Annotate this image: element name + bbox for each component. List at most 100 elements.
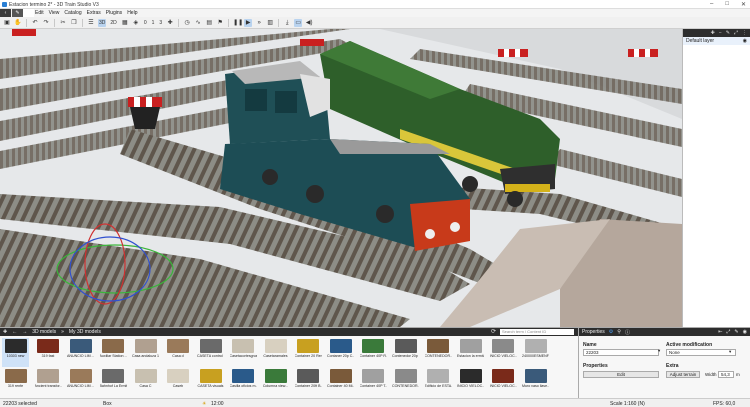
panel-back-icon[interactable]: ⇤ [718,329,722,335]
model-tile[interactable]: Estacion la ermita [457,338,484,367]
panel-expand-icon[interactable]: ⤢ [726,329,730,335]
grid-icon[interactable]: ▦ [121,19,129,27]
panel-eye-icon[interactable]: ◉ [743,329,747,335]
model-tile[interactable]: Auxiliar Station ... [100,338,127,367]
download-icon[interactable]: ⤓ [283,19,291,27]
model-tile[interactable]: 240000ESMENF... [522,338,549,367]
signal-icon[interactable]: ⚑ [216,19,224,27]
pause-icon[interactable]: ❚❚ [233,19,243,27]
adjust-terrain-button[interactable]: Adjust terrain [666,371,700,378]
menu-catalog[interactable]: Catalog [64,10,81,16]
cut-icon[interactable]: ✂ [59,19,67,27]
library-search-input[interactable]: Search term / Content ID [500,329,574,335]
model-tile[interactable]: CONTENEDOR... [425,338,452,367]
toolbar-num-1[interactable]: 1 [151,19,156,27]
model-tile[interactable]: Muro vaso llave... [522,368,549,397]
model-tile[interactable]: CASETA control ... [197,338,224,367]
clock-icon[interactable]: ◷ [183,19,191,27]
minimize-button[interactable]: – [710,1,713,8]
back-arrow-icon[interactable]: ‹ [0,9,11,17]
info-icon[interactable]: ⓘ [625,329,630,336]
list-icon[interactable]: ☰ [87,19,95,27]
layer-options-icon[interactable]: ⋮ [742,30,747,36]
forward-icon[interactable]: → [22,329,27,335]
layer-row[interactable]: Default layer ◉ [683,37,750,45]
3d-viewport[interactable] [0,29,682,327]
model-tile[interactable]: Casetacortesgrueso [230,338,257,367]
model-tile[interactable]: Casa andaluza 1 [132,338,159,367]
calendar-icon[interactable]: ▤ [205,19,213,27]
train-icon[interactable]: ▥ [266,19,274,27]
model-tile[interactable]: ANUNCIO LIM ... [67,368,94,397]
sound-icon[interactable]: ◀) [305,19,313,27]
menu-help[interactable]: Help [127,10,137,16]
breadcrumb-current[interactable]: My 3D models [69,329,101,335]
view-3d-button[interactable]: 3D [98,18,107,27]
model-tile[interactable]: Contenedor 20p ... [392,338,419,367]
model-tile[interactable]: Edificio de ESTA... [425,368,452,397]
model-tile[interactable]: CONTENEDOR... [392,368,419,397]
hand-icon[interactable]: ✋ [14,19,22,27]
model-tile[interactable]: Container 20 Renfe [295,338,322,367]
select-arrow-icon[interactable]: ▾ [729,349,731,355]
model-tile[interactable]: INICIO VIELOC... [490,368,517,397]
model-tile[interactable]: Ancient transfor... [35,368,62,397]
model-tile[interactable]: Casa d [165,338,192,367]
menu-extras[interactable]: Extras [87,10,101,16]
model-tile[interactable]: ANUNCIO LIM ... [67,338,94,367]
add-model-icon[interactable]: ✚ [3,329,7,335]
remove-layer-icon[interactable]: − [719,30,722,36]
model-tile[interactable]: Caseb [165,368,192,397]
view-2d-button[interactable]: 2D [109,19,117,27]
add-icon[interactable]: ✚ [166,19,174,27]
add-layer-icon[interactable]: ✚ [711,30,715,36]
display-icon[interactable]: ▭ [294,18,303,27]
breadcrumb-root[interactable]: 3D models [32,329,56,335]
model-tile[interactable]: Casa C [132,368,159,397]
save-icon[interactable]: ▣ [3,19,11,27]
redo-icon[interactable]: ↷ [42,19,50,27]
layer-up-icon[interactable]: ⤢ [734,30,738,36]
edit-layer-icon[interactable]: ✎ [726,30,730,36]
model-tile[interactable]: 10303 new [2,338,29,367]
active-modification-select[interactable]: None [666,349,736,356]
refresh-icon[interactable]: ⟳ [491,328,496,335]
fast-forward-icon[interactable]: » [255,19,263,27]
close-button[interactable]: ✕ [741,1,746,8]
model-tile[interactable]: INICIO VIELOC... [490,338,517,367]
maximize-button[interactable]: □ [725,1,729,8]
blank-tool[interactable] [23,9,34,17]
edit-button[interactable]: Edit [583,371,659,378]
name-dropdown-icon[interactable]: ▾ [658,348,660,354]
model-tile[interactable]: Bahnhof La Ermita [100,368,127,397]
toolbar-num-0[interactable]: 0 [143,19,148,27]
model-tile[interactable]: Container 40P T... [360,368,387,397]
name-field[interactable]: 22203 [583,349,659,356]
toolbar-num-3[interactable]: 3 [158,19,163,27]
model-tile[interactable]: Container 40 Mi... [327,368,354,397]
copy-icon[interactable]: ❐ [70,19,78,27]
eye-icon[interactable]: ◉ [743,38,747,44]
tree-icon[interactable]: ⚲ [617,329,621,335]
menu-plugins[interactable]: Plugins [106,10,122,16]
settings-icon[interactable]: ⚙ [609,329,613,335]
wave-icon[interactable]: ∿ [194,19,202,27]
model-tile[interactable]: 319 renfe [2,368,29,397]
model-tile[interactable]: 319 fast [35,338,62,367]
model-tile[interactable]: INICIO VIELOC... [457,368,484,397]
model-tile[interactable]: Container 40P R... [360,338,387,367]
play-icon[interactable]: ▶ [244,18,253,27]
pencil-tool-icon[interactable]: ✎ [12,9,23,17]
model-tile[interactable]: Casetaramales [262,338,289,367]
model-tile[interactable]: CASETA visuals [197,368,224,397]
width-field[interactable]: 54,3 [718,371,734,378]
back-icon[interactable]: ← [12,329,17,335]
menu-view[interactable]: View [49,10,60,16]
menu-edit[interactable]: Edit [35,10,44,16]
model-tile[interactable]: Contaner 20p C... [327,338,354,367]
model-tile[interactable]: Columna view... [262,368,289,397]
layers-icon[interactable]: ◈ [132,19,140,27]
model-tile[interactable]: Container 20ft B... [295,368,322,397]
scene-render[interactable] [0,29,682,327]
undo-icon[interactable]: ↶ [31,19,39,27]
